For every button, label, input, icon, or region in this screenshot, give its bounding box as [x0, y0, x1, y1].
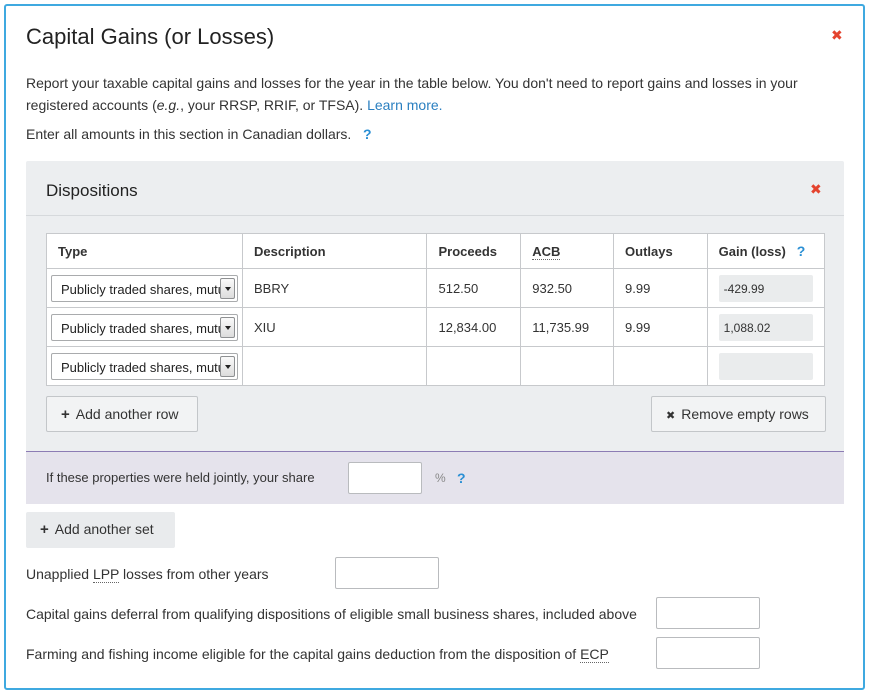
lpp-abbr: LPP — [92, 566, 120, 583]
col-proceeds: Proceeds — [426, 233, 522, 269]
col-gain-label: Gain (loss) — [718, 244, 786, 259]
lpp-losses-label: Unapplied LPP losses from other years — [26, 566, 269, 583]
gain-cell — [706, 346, 826, 386]
type-select-value: Publicly traded shares, mutual fund unit… — [61, 359, 237, 375]
lpp-suffix: losses from other years — [119, 566, 269, 582]
plus-icon: + — [61, 406, 70, 423]
x-icon: ✖ — [666, 410, 676, 422]
joint-share-label: If these properties were held jointly, y… — [46, 470, 315, 485]
table-row: Publicly traded shares, mutual fund unit… — [46, 268, 826, 308]
farming-label: Farming and fishing income eligible for … — [26, 646, 609, 663]
gain-value: -429.99 — [718, 274, 813, 302]
col-acb: ACB — [520, 233, 615, 269]
outlays-cell[interactable]: 9.99 — [613, 307, 708, 347]
currency-note-text: Enter all amounts in this section in Can… — [26, 126, 352, 142]
intro-text-after: , your RRSP, RRIF, or TFSA). — [180, 97, 368, 113]
gain-cell: -429.99 — [706, 268, 826, 308]
type-cell: Publicly traded shares, mutual fund unit… — [46, 268, 243, 308]
deferral-input[interactable] — [656, 597, 760, 629]
col-gain: Gain (loss) ? — [706, 233, 826, 269]
type-select-value: Publicly traded shares, mutual fund unit… — [61, 281, 237, 297]
outlays-cell[interactable] — [613, 346, 708, 386]
intro-text: Report your taxable capital gains and lo… — [26, 72, 836, 116]
intro-eg: e.g. — [156, 97, 181, 113]
close-icon[interactable]: ✖ — [831, 28, 843, 42]
proceeds-cell[interactable]: 12,834.00 — [426, 307, 522, 347]
add-row-button[interactable]: + Add another row — [46, 396, 198, 432]
gain-help-icon[interactable]: ? — [797, 243, 806, 259]
col-description: Description — [241, 233, 428, 269]
dispositions-table: Type Description Proceeds ACB Outlays Ga… — [46, 233, 826, 386]
type-select[interactable]: Publicly traded shares, mutual fund unit… — [51, 274, 238, 302]
col-type: Type — [46, 233, 243, 269]
dispositions-close-icon[interactable]: ✖ — [810, 182, 822, 196]
lpp-prefix: Unapplied — [26, 566, 93, 582]
add-row-label: Add another row — [75, 406, 179, 422]
proceeds-cell[interactable]: 512.50 — [426, 268, 522, 308]
type-cell: Publicly traded shares, mutual fund unit… — [46, 346, 243, 386]
joint-ownership-row: If these properties were held jointly, y… — [26, 451, 844, 504]
chevron-down-icon[interactable] — [220, 355, 235, 377]
description-cell[interactable]: XIU — [241, 307, 428, 347]
plus-icon: + — [40, 521, 49, 538]
col-acb-abbr: ACB — [532, 243, 561, 260]
add-set-button[interactable]: + Add another set — [26, 512, 175, 548]
add-set-label: Add another set — [54, 521, 154, 537]
chevron-down-icon[interactable] — [220, 316, 235, 338]
deferral-label: Capital gains deferral from qualifying d… — [26, 606, 637, 622]
description-cell[interactable] — [241, 346, 428, 386]
table-header-row: Type Description Proceeds ACB Outlays Ga… — [46, 233, 826, 269]
acb-cell[interactable]: 932.50 — [520, 268, 615, 308]
section-divider — [26, 215, 844, 216]
gain-value — [718, 352, 813, 380]
currency-note: Enter all amounts in this section in Can… — [26, 126, 372, 142]
table-row: Publicly traded shares, mutual fund unit… — [46, 346, 826, 386]
lpp-losses-input[interactable] — [335, 557, 439, 589]
ecp-abbr: ECP — [580, 646, 609, 663]
description-cell[interactable]: BBRY — [241, 268, 428, 308]
farming-prefix: Farming and fishing income eligible for … — [26, 646, 581, 662]
type-cell: Publicly traded shares, mutual fund unit… — [46, 307, 243, 347]
chevron-down-icon[interactable] — [220, 277, 235, 299]
type-select[interactable]: Publicly traded shares, mutual fund unit… — [51, 352, 238, 380]
page-title: Capital Gains (or Losses) — [26, 24, 275, 49]
outlays-cell[interactable]: 9.99 — [613, 268, 708, 308]
farming-input[interactable] — [656, 637, 760, 669]
acb-cell[interactable] — [520, 346, 615, 386]
percent-unit: % — [435, 471, 446, 485]
col-outlays: Outlays — [613, 233, 708, 269]
gain-value: 1,088.02 — [718, 313, 813, 341]
joint-help-icon[interactable]: ? — [457, 470, 466, 486]
learn-more-link[interactable]: Learn more. — [367, 97, 442, 113]
currency-help-icon[interactable]: ? — [363, 126, 372, 142]
remove-empty-rows-button[interactable]: ✖ Remove empty rows — [651, 396, 826, 432]
table-row: Publicly traded shares, mutual fund unit… — [46, 307, 826, 347]
type-select[interactable]: Publicly traded shares, mutual fund unit… — [51, 313, 238, 341]
type-select-value: Publicly traded shares, mutual fund unit… — [61, 320, 237, 336]
acb-cell[interactable]: 11,735.99 — [520, 307, 615, 347]
joint-share-input[interactable] — [348, 462, 422, 494]
gain-cell: 1,088.02 — [706, 307, 826, 347]
dispositions-title: Dispositions — [46, 181, 138, 200]
dispositions-section: Dispositions ✖ Type Description Proceeds… — [26, 161, 844, 504]
proceeds-cell[interactable] — [426, 346, 522, 386]
remove-empty-label: Remove empty rows — [681, 406, 809, 422]
